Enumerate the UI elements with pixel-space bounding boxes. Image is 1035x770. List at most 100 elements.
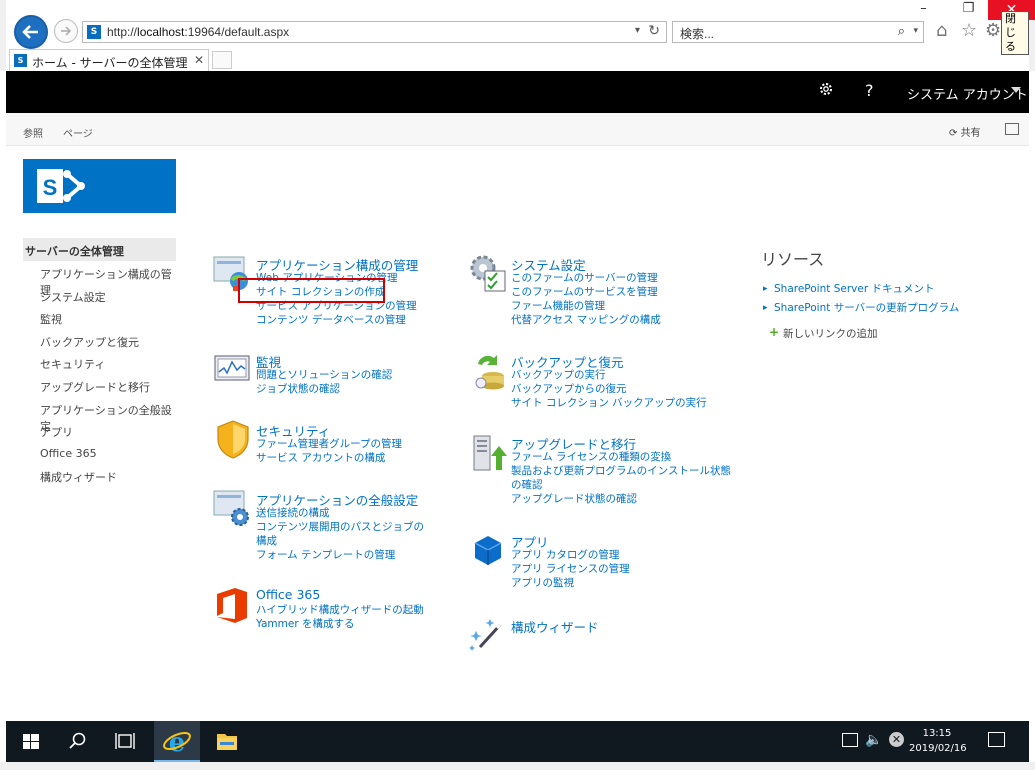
link-manage-farm-features[interactable]: ファーム機能の管理 [511,299,661,313]
nav-item-security[interactable]: セキュリティ [23,351,176,374]
taskbar-search-button[interactable] [54,721,100,762]
ribbon: 参照 ページ ⟳ 共有 [6,113,1029,146]
address-dropdown-icon[interactable]: ▾ [635,25,640,36]
link-check-upgrade-status[interactable]: アップグレード状態の確認 [511,492,731,506]
link-review-problems[interactable]: 問題とソリューションの確認 [256,368,392,382]
sharepoint-tab-icon: S [14,54,27,67]
magic-wand-icon [469,619,502,651]
settings-gear-icon[interactable] [818,81,834,97]
system-clock[interactable]: 13:15 2019/02/16 [909,726,967,756]
section-title-office365[interactable]: Office 365 [256,587,320,602]
add-new-link[interactable]: + 新しいリンクの追加 [761,325,959,341]
link-configure-yammer[interactable]: Yammer を構成する [256,617,424,631]
search-dropdown-icon[interactable]: ▾ [913,26,918,36]
link-site-collection-backup[interactable]: サイト コレクション バックアップの実行 [511,396,707,410]
task-view-icon [115,733,135,749]
link-manage-app-licenses[interactable]: アプリ ライセンスの管理 [511,562,630,576]
clock-date: 2019/02/16 [909,743,967,754]
link-outgoing-connections[interactable]: 送信接続の構成 [256,506,424,520]
link-alternate-access-mappings[interactable]: 代替アクセス マッピングの構成 [511,313,661,327]
address-bar[interactable]: S http://localhost:19964/default.aspx ▾ … [82,21,667,43]
sharepoint-logo[interactable]: S [23,159,176,213]
link-manage-form-templates[interactable]: フォーム テンプレートの管理 [256,548,424,562]
favorites-star-icon[interactable]: ☆ [961,20,977,41]
nav-item-office365[interactable]: Office 365 [23,442,176,465]
link-content-deployment-2[interactable]: 構成 [256,534,424,548]
volume-muted-icon[interactable]: 🔈 [865,732,882,748]
link-monitor-apps[interactable]: アプリの監視 [511,576,630,590]
nav-heading-central-admin[interactable]: サーバーの全体管理 [23,238,176,261]
link-hybrid-wizard[interactable]: ハイブリッド構成ウィザードの起動 [256,603,424,617]
sharepoint-favicon-icon: S [87,25,101,39]
clock-time: 13:15 [922,728,952,739]
refresh-icon[interactable]: ↻ [648,23,660,39]
forward-arrow-icon [61,26,72,36]
nav-item-upgrade-migration[interactable]: アップグレードと移行 [23,374,176,397]
nav-item-config-wizards[interactable]: 構成ウィザード [23,464,176,487]
sharepoint-logo-icon: S [37,169,85,203]
search-icon[interactable]: ⌕ [898,24,905,39]
task-view-button[interactable] [102,721,148,762]
network-icon[interactable] [842,733,858,747]
start-button[interactable] [8,721,54,762]
shield-icon [217,420,249,459]
link-restore-from-backup[interactable]: バックアップからの復元 [511,382,707,396]
left-navigation: サーバーの全体管理 アプリケーション構成の管理 システム設定 監視 バックアップ… [23,238,176,487]
taskbar-explorer-button[interactable] [204,721,250,762]
taskbar-ie-button[interactable]: e [154,721,200,762]
folder-icon [217,734,237,750]
search-placeholder[interactable]: 検索... [680,25,714,42]
section-title-config-wizards[interactable]: 構成ウィザード [511,617,599,636]
tools-gear-icon[interactable]: ⚙ [985,20,1001,41]
tab-close-icon[interactable]: ✕ [194,53,204,67]
link-manage-app-catalog[interactable]: アプリ カタログの管理 [511,548,630,562]
account-menu[interactable]: システム アカウント [907,84,1028,103]
focus-content-icon[interactable] [1005,123,1019,135]
action-center-icon[interactable] [988,732,1005,747]
ribbon-tab-browse[interactable]: 参照 [23,125,43,140]
link-manage-content-db[interactable]: コンテンツ データベースの管理 [256,313,417,327]
forward-button[interactable] [54,19,78,43]
account-dropdown-icon[interactable] [1011,87,1021,93]
browser-tab[interactable]: S ホーム - サーバーの全体管理 ✕ [9,49,209,71]
svg-text:S: S [43,175,58,200]
back-arrow-icon [22,25,38,39]
link-configure-service-accounts[interactable]: サービス アカウントの構成 [256,451,402,465]
share-button[interactable]: ⟳ 共有 [949,124,981,139]
notification-x-icon[interactable]: ✕ [889,732,904,747]
link-convert-license[interactable]: ファーム ライセンスの種類の変換 [511,450,731,464]
help-icon[interactable]: ? [865,81,874,100]
ribbon-tab-page[interactable]: ページ [63,125,93,140]
backup-restore-icon [475,355,504,390]
internet-explorer-icon: e [163,728,191,758]
back-button[interactable] [14,15,48,49]
tab-title[interactable]: ホーム - サーバーの全体管理 [32,54,187,71]
link-manage-services[interactable]: このファームのサービスを管理 [511,285,661,299]
link-check-job-status[interactable]: ジョブ状態の確認 [256,382,392,396]
monitoring-icon [214,355,250,381]
apps-cube-icon [474,536,502,565]
link-sharepoint-updates[interactable]: SharePoint サーバーの更新プログラム [761,299,959,318]
highlight-box [238,278,385,303]
link-check-install-status[interactable]: 製品および更新プログラムのインストール状態 [511,464,731,478]
restore-button[interactable]: ❐ [956,0,981,20]
nav-item-monitoring[interactable]: 監視 [23,306,176,329]
minimize-button[interactable]: – [911,0,936,20]
address-url[interactable]: http://localhost:19964/default.aspx [107,25,289,39]
nav-item-backup-restore[interactable]: バックアップと復元 [23,329,176,352]
search-box[interactable]: 検索... ⌕ ▾ [672,21,924,43]
link-manage-farm-admins[interactable]: ファーム管理者グループの管理 [256,437,402,451]
suite-bar: ? システム アカウント [6,71,1029,113]
new-tab-button[interactable] [212,51,232,69]
link-perform-backup[interactable]: バックアップの実行 [511,368,707,382]
add-plus-icon: + [769,325,780,339]
nav-item-general-settings[interactable]: アプリケーションの全般設定 [23,397,176,433]
link-sharepoint-docs[interactable]: SharePoint Server ドキュメント [761,280,959,299]
link-content-deployment[interactable]: コンテンツ展開用のパスとジョブの [256,520,424,534]
nav-item-app-management[interactable]: アプリケーション構成の管理 [23,261,176,297]
share-icon: ⟳ [949,128,961,139]
link-manage-servers[interactable]: このファームのサーバーの管理 [511,271,661,285]
add-new-link-label: 新しいリンクの追加 [783,328,878,340]
link-check-install-status-2[interactable]: の確認 [511,478,731,492]
home-icon[interactable]: ⌂ [936,20,947,41]
